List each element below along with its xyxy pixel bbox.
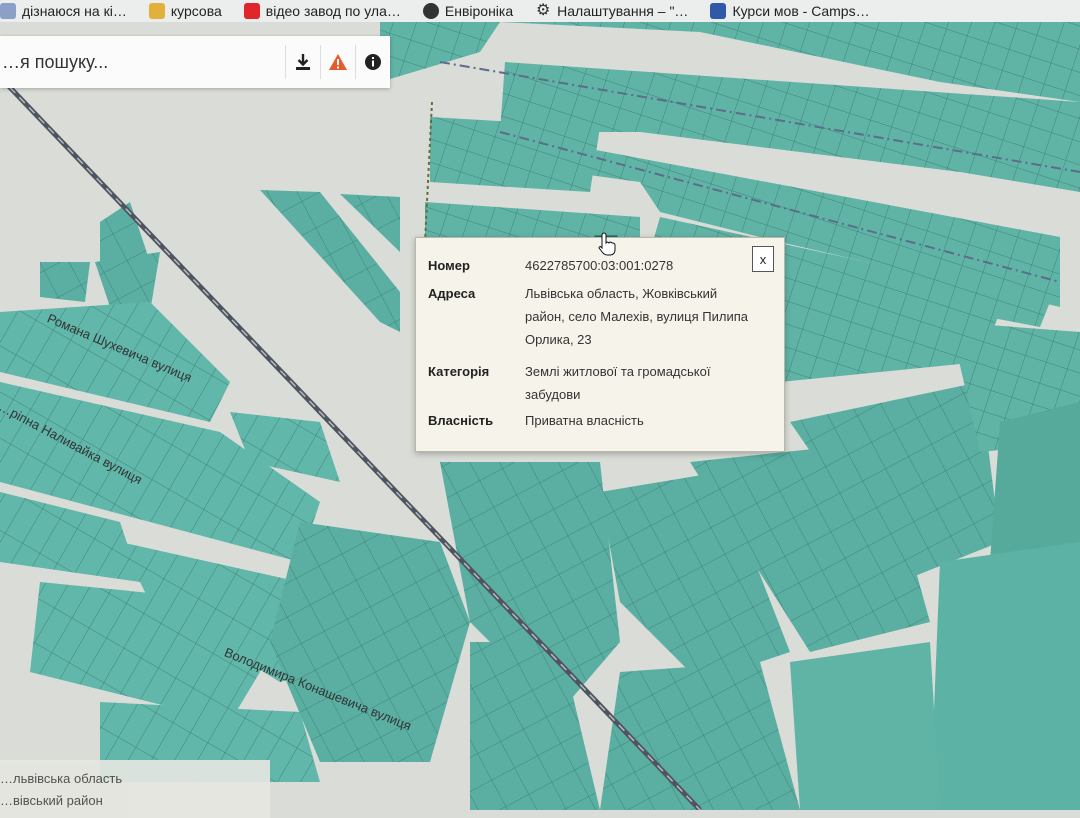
ownership-value: Приватна власність [525, 413, 644, 428]
region-label: …львівська область …вівський район [0, 760, 270, 818]
bookmark-item[interactable]: ⚙ Налаштування – "… [535, 2, 688, 20]
info-icon [365, 54, 381, 70]
bookmark-item[interactable]: Курси мов - Camps… [710, 3, 870, 19]
raion-label: …вівський район [0, 793, 103, 808]
parcel-block[interactable] [790, 642, 940, 810]
hand-cursor-icon [598, 232, 616, 256]
folder-icon [148, 3, 165, 19]
bookmarks-bar: дізнаюся на кі… курсова відео завод по у… [0, 0, 1080, 23]
bookmark-item[interactable]: дізнаюся на кі… [0, 3, 127, 19]
cadastral-number: 4622785700:03:001:0278 [525, 258, 674, 273]
popup-key: Номер [428, 258, 470, 273]
download-icon [296, 54, 310, 70]
download-button[interactable] [285, 45, 320, 79]
address-value: Львівська область, Жовківський район, се… [525, 286, 748, 347]
popup-key: Власність [428, 413, 494, 428]
info-button[interactable] [355, 45, 390, 79]
search-panel [0, 36, 390, 88]
parcel-block[interactable] [430, 117, 600, 192]
warning-button[interactable] [320, 45, 355, 79]
warning-icon [329, 54, 347, 70]
gear-icon: ⚙ [535, 2, 551, 19]
search-input[interactable] [0, 41, 285, 83]
category-value: Землі житлової та громадської забудови [525, 364, 711, 402]
globe-icon [422, 3, 439, 19]
bookmark-item[interactable]: відео завод по ула… [243, 3, 401, 19]
bookmark-item[interactable]: курсова [148, 3, 222, 19]
close-button[interactable]: x [752, 246, 774, 272]
parcel-block[interactable] [930, 542, 1080, 810]
parcel-block[interactable] [40, 262, 90, 302]
oblast-label: …львівська область [0, 771, 123, 786]
close-icon: x [759, 251, 767, 267]
parcel-block[interactable] [990, 402, 1080, 562]
popup-key: Адреса [428, 286, 476, 301]
parcel-info-popup: x Номер 4622785700:03:001:0278 Адреса Ль… [415, 237, 785, 452]
popup-key: Категорія [428, 364, 490, 379]
bookmark-item[interactable]: Енвіроніка [422, 3, 513, 19]
bookmark-icon [0, 3, 16, 19]
youtube-icon [243, 3, 260, 19]
camps-icon [710, 3, 727, 19]
